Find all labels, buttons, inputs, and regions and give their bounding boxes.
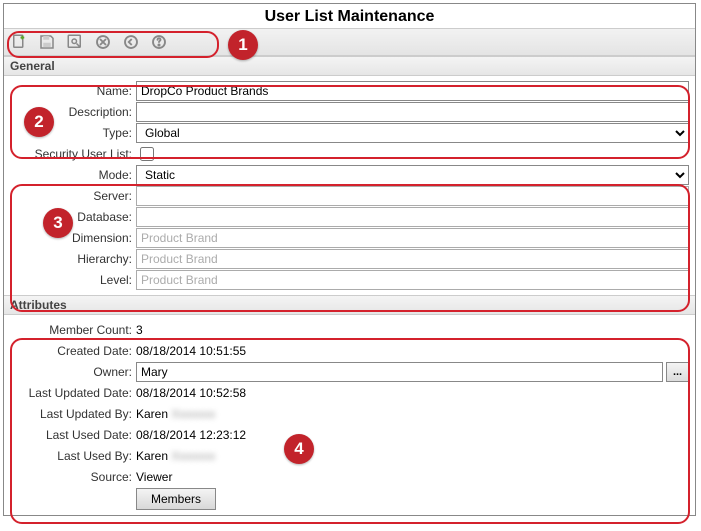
value-last-updated-date: 08/18/2014 10:52:58 [136, 384, 689, 402]
label-last-used-by: Last Used By: [10, 449, 136, 463]
level-select: Product Brand [136, 270, 689, 290]
security-checkbox[interactable] [140, 147, 154, 161]
database-select [136, 207, 689, 227]
value-last-updated-by: Karen Xxxxxxx [136, 405, 689, 423]
help-icon[interactable] [148, 31, 170, 53]
section-general-header: General [4, 56, 695, 76]
toolbar [4, 28, 695, 56]
owner-browse-button[interactable]: ... [666, 362, 689, 382]
value-last-used-date: 08/18/2014 12:23:12 [136, 426, 689, 444]
label-security: Security User List: [10, 147, 136, 161]
label-last-used-date: Last Used Date: [10, 428, 136, 442]
section-attributes-header: Attributes [4, 295, 695, 315]
label-hierarchy: Hierarchy: [10, 252, 136, 266]
owner-input[interactable] [136, 362, 663, 382]
label-type: Type: [10, 126, 136, 140]
back-icon[interactable] [120, 31, 142, 53]
description-input[interactable] [136, 102, 689, 122]
server-select [136, 186, 689, 206]
value-source: Viewer [136, 468, 689, 486]
value-created-date: 08/18/2014 10:51:55 [136, 342, 689, 360]
label-description: Description: [10, 105, 136, 119]
section-general: Name: Description: Type: Global Security… [4, 76, 695, 295]
mode-select[interactable]: Static [136, 165, 689, 185]
dimension-select: Product Brand [136, 228, 689, 248]
hierarchy-select: Product Brand [136, 249, 689, 269]
label-mode: Mode: [10, 168, 136, 182]
value-member-count: 3 [136, 321, 689, 339]
value-last-used-by: Karen Xxxxxxx [136, 447, 689, 465]
section-attributes: Member Count: 3 Created Date: 08/18/2014… [4, 315, 695, 515]
members-button[interactable]: Members [136, 488, 216, 510]
label-source: Source: [10, 470, 136, 484]
label-server: Server: [10, 189, 136, 203]
app-window: User List Maintenance General Name: Desc… [3, 3, 696, 516]
save-icon[interactable] [36, 31, 58, 53]
cancel-icon[interactable] [92, 31, 114, 53]
label-level: Level: [10, 273, 136, 287]
label-last-updated-by: Last Updated By: [10, 407, 136, 421]
label-dimension: Dimension: [10, 231, 136, 245]
save-as-icon[interactable] [64, 31, 86, 53]
name-input[interactable] [136, 81, 689, 101]
page-title: User List Maintenance [4, 4, 695, 28]
type-select[interactable]: Global [136, 123, 689, 143]
label-owner: Owner: [10, 365, 136, 379]
new-icon[interactable] [8, 31, 30, 53]
label-created-date: Created Date: [10, 344, 136, 358]
label-last-updated-date: Last Updated Date: [10, 386, 136, 400]
label-member-count: Member Count: [10, 323, 136, 337]
label-database: Database: [10, 210, 136, 224]
label-name: Name: [10, 84, 136, 98]
